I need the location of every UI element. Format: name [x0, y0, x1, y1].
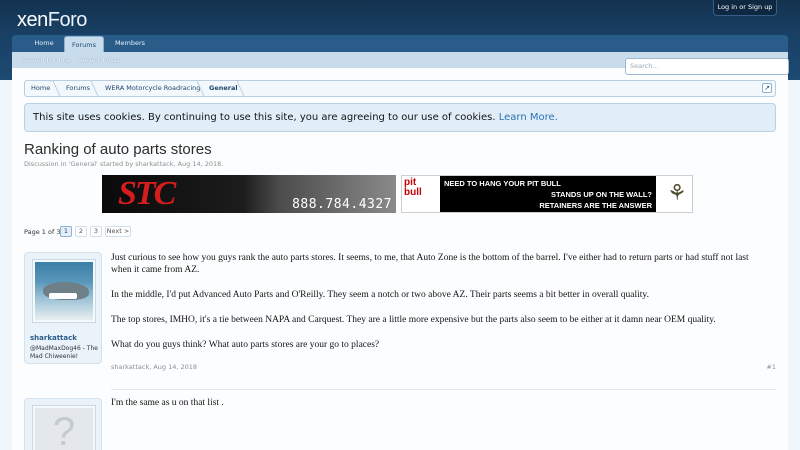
ad-phone: 888.784.4327	[292, 197, 392, 212]
breadcrumb-wera[interactable]: WERA Motorcycle Roadracing	[105, 81, 200, 96]
retainer-icon: ⚘	[667, 181, 687, 206]
user-info: ?	[24, 398, 102, 450]
thread-meta: Discussion in 'General' started by shark…	[24, 160, 224, 168]
thread-title: Ranking of auto parts stores	[24, 141, 212, 158]
post-paragraph: What do you guys think? What auto parts …	[111, 340, 380, 350]
post-number[interactable]: #1	[766, 363, 776, 371]
post-message: I'm the same as u on that list .	[111, 398, 224, 408]
post-divider	[111, 389, 776, 390]
username[interactable]: sharkattack	[30, 334, 77, 342]
search-forums-link[interactable]: Search Forums	[22, 52, 70, 68]
tab-home[interactable]: Home	[24, 35, 64, 52]
post-message: Just curious to see how you guys rank th…	[111, 252, 771, 364]
user-title: @MadMaxDog46 - The Mad Chiweenie!	[30, 345, 98, 360]
page-1-button[interactable]: 1	[60, 226, 72, 237]
user-info: sharkattack @MadMaxDog46 - The Mad Chiwe…	[24, 252, 102, 364]
recent-posts-link[interactable]: Recent Posts	[78, 52, 120, 68]
page-2-button[interactable]: 2	[75, 226, 87, 237]
post-paragraph: Just curious to see how you guys rank th…	[111, 253, 749, 275]
post: sharkattack @MadMaxDog46 - The Mad Chiwe…	[24, 252, 776, 380]
learn-more-link[interactable]: Learn More.	[499, 112, 558, 123]
site-logo[interactable]: xenForo	[17, 9, 87, 32]
search-input[interactable]: Search...	[625, 58, 789, 75]
ad-brand: STC	[118, 175, 176, 212]
cookie-notice: This site uses cookies. By continuing to…	[24, 103, 776, 132]
next-page-button[interactable]: Next >	[105, 226, 131, 237]
post-paragraph: In the middle, I'd put Advanced Auto Par…	[111, 290, 649, 300]
shark-avatar-image	[35, 262, 93, 320]
post-meta[interactable]: sharkattack, Aug 14, 2018	[111, 363, 197, 371]
jump-arrow-icon[interactable]: ↗	[762, 83, 772, 93]
page-3-button[interactable]: 3	[90, 226, 102, 237]
pitbull-logo: pit bull	[402, 176, 440, 212]
login-signup-button[interactable]: Log in or Sign up	[713, 0, 777, 16]
breadcrumb: Home Forums WERA Motorcycle Roadracing G…	[24, 80, 776, 97]
post-paragraph: The top stores, IMHO, it's a tie between…	[111, 315, 716, 325]
tab-forums[interactable]: Forums	[64, 36, 104, 53]
pitbull-banner-ad[interactable]: pit bull NEED TO HANG YOUR PIT BULL STAND…	[401, 175, 693, 213]
tab-members[interactable]: Members	[108, 35, 152, 52]
cookie-notice-text: This site uses cookies. By continuing to…	[33, 112, 496, 123]
ad-text-block: NEED TO HANG YOUR PIT BULL STANDS UP ON …	[440, 176, 656, 212]
avatar[interactable]	[32, 259, 96, 323]
page-label: Page 1 of 3	[24, 228, 61, 236]
post: ? I'm the same as u on that list .	[24, 398, 776, 450]
main-nav: Home Forums Members	[12, 35, 788, 53]
default-avatar-icon: ?	[35, 408, 93, 450]
avatar[interactable]: ?	[32, 405, 96, 450]
stc-banner-ad[interactable]: STC 888.784.4327	[102, 175, 396, 213]
